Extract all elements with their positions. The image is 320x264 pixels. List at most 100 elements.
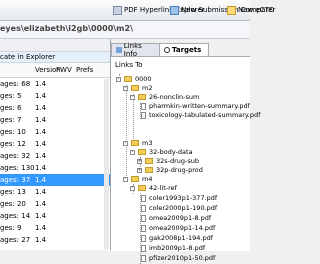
tab-targets-label: Targets <box>172 46 202 54</box>
tree-node-26-nonclin-sum[interactable]: - 26-nonclin-sum <box>130 93 199 101</box>
pages-cell: ages: 130 <box>0 164 35 172</box>
tree-node-label: gak2008p1-194.pdf <box>149 234 214 242</box>
table-row[interactable]: ges: 7 1.4 <box>0 114 110 126</box>
pdf-file-icon <box>141 102 146 110</box>
collapse-icon[interactable]: - <box>123 85 128 91</box>
left-scrollbar[interactable] <box>104 79 109 249</box>
version-cell: 1.4 <box>35 92 47 100</box>
tree-node-pdf[interactable]: coler1993p1-377.pdf <box>141 194 217 202</box>
table-row[interactable]: ages: 27 1.4 <box>0 234 110 246</box>
collapse-icon[interactable]: - <box>123 176 128 182</box>
tree-node-label: omea2009p1-14.pdf <box>149 224 216 232</box>
table-row[interactable]: ages: 32 1.4 <box>0 150 110 162</box>
version-cell: 1.4 <box>35 188 47 196</box>
tree-node-label: pharmkin-written-summary.pdf <box>149 102 250 110</box>
tree-node-label: 32p-drug-prod <box>156 166 203 174</box>
version-cell: 1.4 <box>35 176 47 184</box>
table-row[interactable]: ges: 13 1.4 <box>0 186 110 198</box>
tree-node-label: m2 <box>142 84 153 92</box>
file-list-pane: cate in Explorer Version FWV Prefs ages:… <box>0 39 111 250</box>
tree-node-m3[interactable]: - m3 <box>123 139 152 147</box>
pages-cell: ages: 37 <box>0 176 31 184</box>
column-fwv[interactable]: FWV <box>56 66 72 74</box>
tree-node-pdf[interactable]: imb2009p1-8.pdf <box>141 244 205 252</box>
locate-in-explorer-label: cate in Explorer <box>0 53 56 61</box>
folder-icon <box>138 149 146 155</box>
tree-node-32p-drug-prod[interactable]: + 32p-drug-prod <box>137 166 203 174</box>
version-cell: 1.4 <box>35 140 47 148</box>
locate-in-explorer-bar[interactable]: cate in Explorer <box>0 52 110 63</box>
table-row[interactable]: ges: 6 1.4 <box>0 102 110 114</box>
tree-node-42-lit-ref[interactable]: - 42-lit-ref <box>130 184 177 192</box>
tree-node-pdf[interactable]: gak2008p1-194.pdf <box>141 234 213 242</box>
pages-cell: ages: 27 <box>0 236 31 244</box>
tab-targets[interactable]: Targets <box>159 43 209 56</box>
table-row[interactable]: ges: 12 1.4 <box>0 138 110 150</box>
collapse-icon[interactable]: - <box>130 94 135 100</box>
tree-node-label: coler1993p1-377.pdf <box>149 194 218 202</box>
toolbar: PDF Hyperlink Explorer New Submission Co… <box>0 0 275 21</box>
folder-icon <box>131 176 139 182</box>
pdf-file-icon <box>141 244 146 252</box>
expand-icon[interactable]: + <box>137 158 142 164</box>
table-row[interactable]: ges: 20 1.4 <box>0 198 110 210</box>
pages-cell: ages: 68 <box>0 80 31 88</box>
tree-node-32s-drug-sub[interactable]: + 32s-drug-sub <box>137 157 199 165</box>
info-icon <box>116 47 122 53</box>
version-cell: 1.4 <box>35 152 47 160</box>
tree-node-pdf[interactable]: coler2000p1-190.pdf <box>141 204 217 212</box>
tree-node-pdf[interactable]: pharmkin-written-summary.pdf <box>141 102 250 110</box>
table-row[interactable]: ages: 14 1.4 <box>0 210 110 222</box>
pdf-file-icon <box>141 214 146 222</box>
collapse-icon[interactable]: - <box>116 76 121 82</box>
version-cell: 1.4 <box>35 128 47 136</box>
tree-node-m4[interactable]: - m4 <box>123 175 152 183</box>
pdf-file-icon <box>141 111 146 119</box>
folder-icon <box>145 167 153 173</box>
table-row[interactable]: ges: 10 1.4 <box>0 126 110 138</box>
tree-node-label: 0000 <box>135 75 152 83</box>
tree-node-label: coler2000p1-190.pdf <box>149 204 218 212</box>
folder-icon <box>131 85 139 91</box>
collapse-icon[interactable]: - <box>130 185 135 191</box>
folder-icon <box>138 185 146 191</box>
column-prefs[interactable]: Prefs <box>76 66 93 74</box>
tree-node-pdf[interactable]: omea2009p1-8.pdf <box>141 214 211 222</box>
tree-node-m2[interactable]: - m2 <box>123 84 152 92</box>
tree-node-32-body-data[interactable]: - 32-body-data <box>130 148 193 156</box>
table-row[interactable]: ages: 68 1.4 <box>0 78 110 90</box>
pdf-file-icon <box>141 194 146 202</box>
table-row[interactable]: ges: 9 1.4 <box>0 222 110 234</box>
targets-tree: Links To - 0000 - m2 - 26-nonclin-sum ph… <box>111 56 260 264</box>
tab-links-info[interactable]: Links Info <box>111 42 161 58</box>
tree-node-pdf[interactable]: toxicology-tabulated-summary.pdf <box>141 111 260 119</box>
tree-node-pdf[interactable]: pfizer2010p1-50.pdf <box>141 254 215 262</box>
tree-node-label: m4 <box>142 175 153 183</box>
folder-icon <box>145 158 153 164</box>
pages-cell: ges: 7 <box>0 116 22 124</box>
tree-node-label: pfizer2010p1-50.pdf <box>149 254 216 262</box>
version-cell: 1.4 <box>35 80 47 88</box>
tree-node-label: toxicology-tabulated-summary.pdf <box>149 111 261 119</box>
table-row[interactable]: ages: 130 1.4 <box>0 162 110 174</box>
details-tabs: Links Info Targets <box>111 42 250 58</box>
new-ectd-icon <box>227 5 236 15</box>
expand-icon[interactable]: + <box>137 167 142 173</box>
table-row-selected[interactable]: ages: 37 1.4 <box>0 174 110 186</box>
collapse-icon[interactable]: - <box>130 149 135 155</box>
path-bar: eyes\elizabeth\i2gb\0000\m2\ <box>0 21 250 39</box>
details-pane: Links Info Targets Links To - 0000 - m2 … <box>111 39 260 264</box>
table-row[interactable]: ges: 5 1.4 <box>0 90 110 102</box>
folder-icon <box>138 94 146 100</box>
tree-node-label: 32-body-data <box>149 148 193 156</box>
tree-node-0000[interactable]: - 0000 <box>116 75 152 83</box>
pages-cell: ages: 14 <box>0 212 31 220</box>
pdf-file-icon <box>141 204 146 212</box>
tree-node-pdf[interactable]: omea2009p1-14.pdf <box>141 224 215 232</box>
collapse-icon[interactable]: - <box>123 140 128 146</box>
pages-cell: ges: 5 <box>0 92 22 100</box>
version-cell: 1.4 <box>35 200 47 208</box>
version-cell: 1.4 <box>35 104 47 112</box>
new-ectd-label: New eCTD <box>238 6 275 14</box>
new-ectd-button[interactable]: New eCTD <box>227 4 274 16</box>
